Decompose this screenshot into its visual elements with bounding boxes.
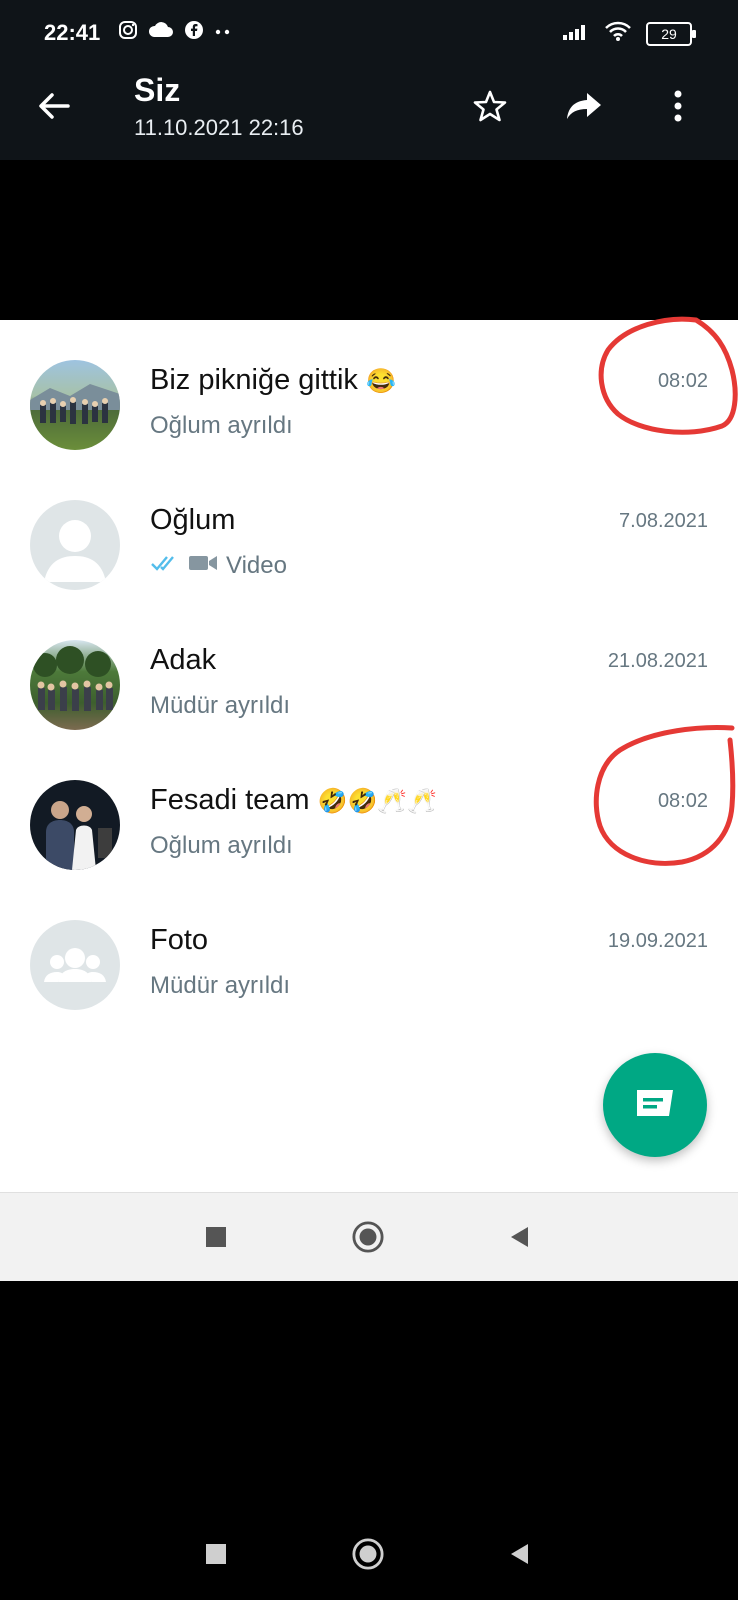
chat-name: Fesadi team 🤣🤣🥂🥂: [150, 784, 437, 817]
back-triangle-icon[interactable]: [504, 1538, 536, 1570]
last-message: Oğlum ayrıldı: [150, 832, 293, 860]
last-message: Müdür ayrıldı: [150, 692, 290, 720]
letterbox-top: [0, 160, 738, 320]
chat-row[interactable]: Adak Müdür ayrıldı 21.08.2021: [0, 600, 738, 740]
avatar: [30, 640, 120, 730]
star-icon[interactable]: [470, 86, 510, 126]
system-icons: 29: [562, 20, 696, 47]
last-message: Video: [150, 552, 287, 580]
notification-icons: [118, 20, 232, 45]
last-message-text: Oğlum ayrıldı: [150, 412, 293, 439]
last-message-text: Video: [226, 552, 287, 579]
avatar: [30, 500, 120, 590]
back-arrow-icon[interactable]: [34, 86, 74, 126]
chat-time: 21.08.2021: [607, 650, 708, 672]
status-bar: 22:41 29: [0, 0, 738, 70]
recent-apps-icon[interactable]: [200, 1538, 232, 1570]
chat-name: Oğlum: [150, 504, 236, 536]
signal-icon: [562, 21, 590, 46]
viewer-header: 22:41 29 Siz 11.10.2021 22:16: [0, 0, 738, 160]
chat-emoji: 🤣🤣🥂🥂: [317, 788, 438, 815]
share-icon[interactable]: [564, 86, 604, 126]
last-message: Müdür ayrıldı: [150, 972, 290, 1000]
more-dots-icon: [214, 24, 232, 42]
recent-apps-icon[interactable]: [200, 1221, 232, 1253]
new-chat-button[interactable]: [603, 1053, 707, 1157]
chat-row[interactable]: Fesadi team 🤣🤣🥂🥂 Oğlum ayrıldı 08:02: [0, 725, 738, 880]
chat-name: Biz pikniğe gittik 😂: [150, 364, 396, 397]
red-circle-annotation: [598, 316, 738, 435]
wifi-icon: [604, 20, 632, 47]
chat-name-text: Biz pikniğe gittik: [150, 364, 358, 396]
page-subtitle: 11.10.2021 22:16: [134, 115, 304, 140]
chat-emoji: 😂: [366, 368, 396, 395]
header-title-area: Siz 11.10.2021 22:16: [134, 72, 304, 141]
facebook-icon: [184, 20, 204, 45]
chat-row[interactable]: Foto Müdür ayrıldı 19.09.2021: [0, 880, 738, 1020]
avatar: [30, 360, 120, 450]
chat-name-text: Fesadi team: [150, 784, 310, 816]
battery-level: 29: [661, 25, 677, 42]
last-message: Oğlum ayrıldı: [150, 412, 293, 440]
instagram-icon: [118, 20, 138, 45]
avatar: [30, 920, 120, 1010]
chat-row[interactable]: Biz pikniğe gittik 😂 Oğlum ayrıldı 08:02: [0, 316, 738, 460]
battery-icon: 29: [646, 21, 696, 46]
red-circle-annotation: [593, 725, 736, 866]
last-message-text: Oğlum ayrıldı: [150, 832, 293, 859]
chat-row[interactable]: Oğlum Video 7.08.2021: [0, 460, 738, 600]
status-time: 22:41: [44, 20, 101, 45]
back-triangle-icon[interactable]: [504, 1221, 536, 1253]
avatar: [30, 780, 120, 870]
chat-name: Foto: [150, 924, 209, 956]
home-icon[interactable]: [352, 1538, 384, 1570]
last-message-text: Müdür ayrıldı: [150, 972, 291, 999]
page-title: Siz: [134, 72, 181, 108]
chat-name: Adak: [150, 644, 217, 676]
system-navigation-bar: [0, 1510, 738, 1600]
header-actions: [470, 86, 698, 126]
chat-time: 19.09.2021: [607, 930, 708, 952]
overflow-menu-icon[interactable]: [658, 86, 698, 126]
navigation-bar: [0, 1192, 738, 1281]
cloud-icon: [148, 21, 174, 44]
chat-time: 7.08.2021: [619, 510, 708, 532]
home-icon[interactable]: [352, 1221, 384, 1253]
video-icon: [188, 552, 218, 580]
last-message-text: Müdür ayrıldı: [150, 692, 291, 719]
new-chat-icon: [633, 1086, 677, 1125]
read-ticks-icon: [150, 552, 180, 580]
